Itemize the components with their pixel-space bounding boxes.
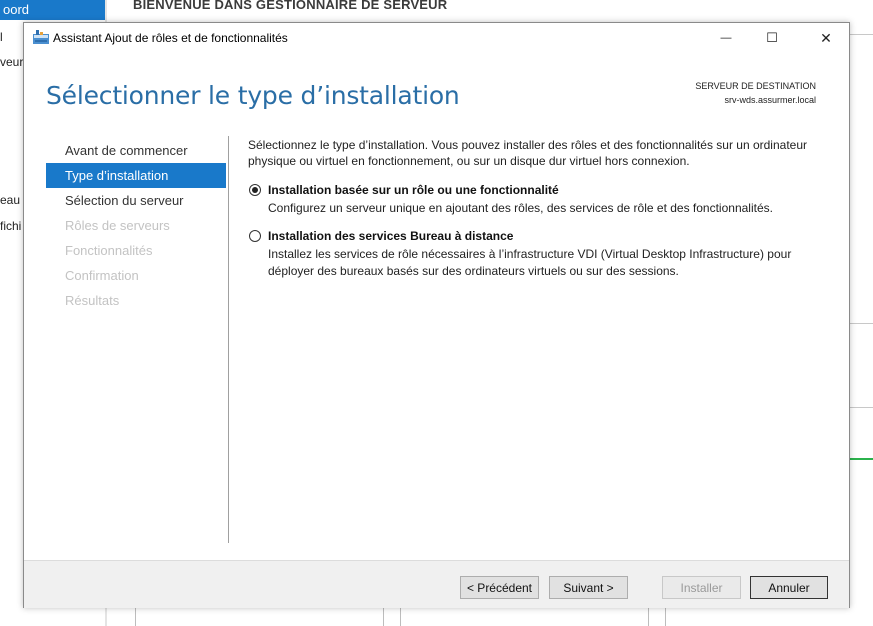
option-remote-desktop[interactable]: Installation des services Bureau à dista… — [248, 229, 828, 280]
destination-server-label: SERVEUR DE DESTINATION — [695, 81, 816, 91]
option-title[interactable]: Installation des services Bureau à dista… — [268, 229, 828, 243]
background-divider — [135, 608, 136, 626]
sidebar-item-file-services[interactable]: fichi — [0, 219, 21, 233]
install-button: Installer — [662, 576, 741, 599]
server-manager-icon — [33, 30, 49, 44]
window-title: Assistant Ajout de rôles et de fonctionn… — [53, 31, 288, 45]
title-bar[interactable]: Assistant Ajout de rôles et de fonctionn… — [24, 23, 849, 53]
cancel-button[interactable]: Annuler — [750, 576, 828, 599]
destination-server-name: srv-wds.assurmer.local — [724, 95, 816, 105]
background-status-bar — [849, 458, 873, 460]
sidebar-item-local-server[interactable]: l — [0, 30, 3, 44]
option-title[interactable]: Installation basée sur un rôle ou une fo… — [268, 183, 828, 197]
minimize-icon: — — [720, 32, 732, 44]
background-divider — [846, 323, 873, 324]
background-divider — [846, 407, 873, 408]
nav-step-confirmation: Confirmation — [65, 268, 139, 283]
maximize-icon: ☐ — [766, 30, 778, 45]
desktop: oord l veur eau fichi BIENVENUE DANS GES… — [0, 0, 873, 626]
sidebar-item-all-servers[interactable]: veur — [0, 55, 23, 69]
page-title: Sélectionner le type d’installation — [46, 81, 460, 110]
background-divider — [846, 34, 873, 35]
nav-step-results: Résultats — [65, 293, 120, 308]
sidebar-item-label: oord — [3, 2, 30, 17]
server-manager-welcome-title: BIENVENUE DANS GESTIONNAIRE DE SERVEUR — [133, 0, 448, 12]
wizard-footer: < Précédent Suivant > Installer Annuler — [24, 560, 849, 608]
nav-step-features: Fonctionnalités — [65, 243, 153, 258]
option-role-based[interactable]: Installation basée sur un rôle ou une fo… — [248, 183, 828, 217]
nav-step-server-roles: Rôles de serveurs — [65, 218, 170, 233]
nav-step-before-you-begin[interactable]: Avant de commencer — [46, 138, 226, 163]
background-divider — [665, 608, 666, 626]
option-description: Configurez un serveur unique en ajoutant… — [268, 201, 773, 215]
background-divider — [648, 608, 649, 626]
add-roles-wizard-dialog: Assistant Ajout de rôles et de fonctionn… — [23, 22, 850, 608]
close-icon: ✕ — [820, 29, 832, 46]
nav-step-installation-type[interactable]: Type d’installation — [46, 163, 226, 188]
maximize-button[interactable]: ☐ — [749, 23, 795, 53]
sidebar-item-dashboard[interactable]: oord — [0, 0, 105, 20]
minimize-button[interactable]: — — [703, 23, 749, 53]
wizard-steps-nav: Avant de commencer Type d’installation S… — [46, 138, 226, 313]
role-based-radio[interactable] — [249, 184, 261, 196]
option-description: Installez les services de rôle nécessair… — [268, 247, 792, 278]
close-button[interactable]: ✕ — [803, 23, 849, 53]
background-divider — [383, 608, 384, 626]
installation-type-content: Sélectionnez le type d’installation. Vou… — [248, 137, 828, 280]
intro-text: Sélectionnez le type d’installation. Vou… — [248, 138, 808, 168]
previous-button[interactable]: < Précédent — [460, 576, 539, 599]
nav-divider — [228, 136, 229, 543]
nav-step-server-selection[interactable]: Sélection du serveur — [46, 188, 226, 213]
sidebar-item-remote-desktop[interactable]: eau — [0, 193, 20, 207]
remote-desktop-radio[interactable] — [249, 230, 261, 242]
next-button[interactable]: Suivant > — [549, 576, 628, 599]
background-divider — [400, 608, 401, 626]
